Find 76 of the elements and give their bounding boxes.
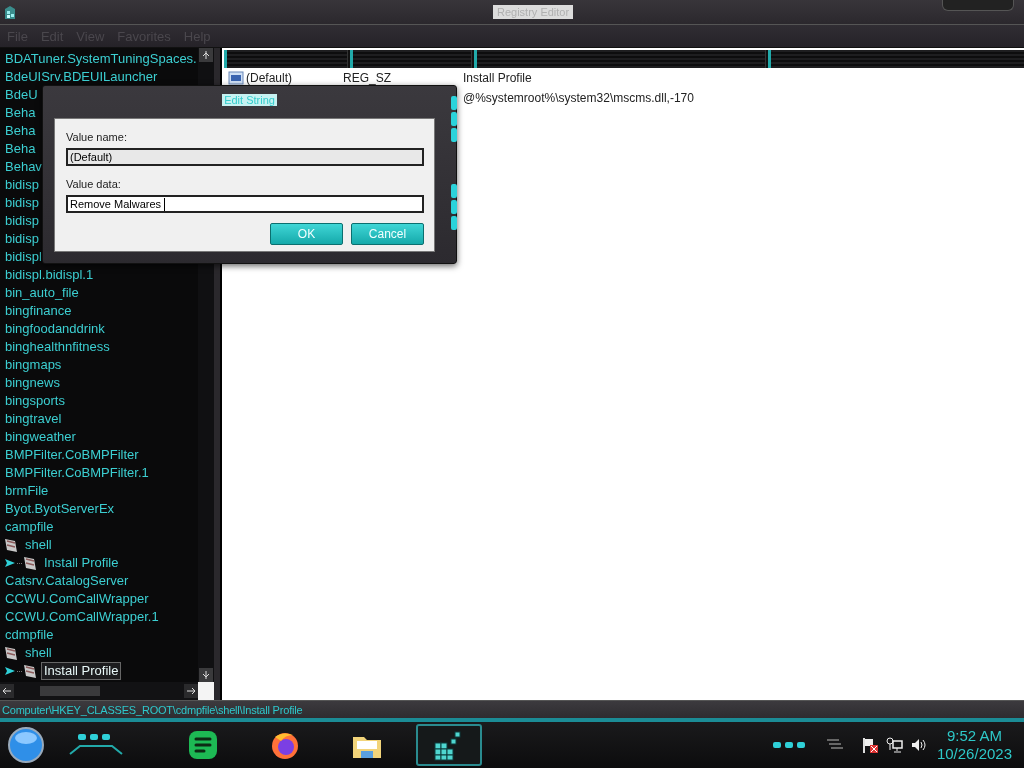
tree-item[interactable]: CCWU.ComCallWrapper — [2, 590, 152, 608]
input-field[interactable]: Remove Malwares — [66, 195, 424, 213]
tree-item[interactable]: Beha — [2, 122, 39, 140]
tree-item[interactable]: BDATuner.SystemTuningSpaces. — [2, 50, 198, 68]
status-path: Computer\HKEY_CLASSES_ROOT\cdmpfile\shell\Install Profile — [2, 703, 303, 716]
indicator-light — [451, 128, 457, 142]
clock-time: 9:52 AM — [946, 727, 1002, 745]
table-cell: Install Profile — [463, 71, 532, 85]
tree-item[interactable]: Byot.ByotServerEx — [2, 500, 118, 518]
scroll-up-icon[interactable] — [199, 48, 213, 62]
tree-item[interactable]: bingnews — [2, 374, 63, 392]
tree-item[interactable]: binghealthnfitness — [2, 338, 113, 356]
field-label: Value name: — [66, 130, 128, 145]
key-icon — [23, 555, 38, 571]
tree-item[interactable]: BMPFilter.CoBMPFilter.1 — [2, 464, 152, 482]
key-icon — [4, 645, 19, 661]
tree-item[interactable]: Catsrv.CatalogServer — [2, 572, 132, 590]
scroll-left-icon[interactable] — [0, 684, 14, 698]
tree-item[interactable]: bingfinance — [2, 302, 75, 320]
tree-item[interactable]: bidisp — [2, 176, 42, 194]
tree-item[interactable]: bingtravel — [2, 410, 65, 428]
tree-item[interactable]: Behav — [2, 158, 45, 176]
decorative-lights-icon — [772, 742, 805, 748]
tree-item[interactable]: Beha — [2, 104, 39, 122]
key-icon — [4, 537, 19, 553]
arrow-icon — [4, 665, 17, 677]
tree-item[interactable]: Install Profile — [41, 662, 122, 680]
tree-item[interactable]: shell — [22, 644, 55, 662]
tree-item[interactable]: BMPFilter.CoBMPFilter — [2, 446, 142, 464]
app-icon — [2, 3, 18, 21]
tree-item[interactable]: bidispl.bidispl.1 — [2, 266, 97, 284]
table-cell: @%systemroot%\system32\mscms.dll,-170 — [463, 91, 694, 105]
tree-item[interactable]: bidisp — [2, 212, 42, 230]
start-button[interactable] — [6, 725, 46, 765]
tree-item[interactable]: bidisp — [2, 194, 42, 212]
column-header[interactable] — [350, 50, 472, 68]
tree-item[interactable]: shell — [22, 536, 55, 554]
dialog-title: Edit String — [222, 94, 277, 106]
scroll-down-icon[interactable] — [199, 668, 213, 682]
table-cell: (Default) — [246, 71, 292, 85]
horizontal-scrollbar[interactable] — [0, 682, 198, 700]
tree-item[interactable]: CCWU.ComCallWrapper.1 — [2, 608, 162, 626]
network-icon[interactable] — [884, 736, 903, 754]
clock[interactable]: 9:52 AM 10/26/2023 — [936, 727, 1012, 763]
notes-app-icon — [187, 729, 219, 761]
scroll-right-icon[interactable] — [184, 684, 198, 698]
indicator-light — [451, 184, 457, 198]
tree-item[interactable]: BdeUISrv.BDEUILauncher — [2, 68, 161, 86]
table-cell: REG_SZ — [343, 71, 391, 85]
tree-item[interactable]: bidispl — [2, 248, 45, 266]
tree-item[interactable]: BdeU — [2, 86, 41, 104]
tree-item[interactable]: Install Profile — [41, 554, 122, 572]
indicator-light — [451, 216, 457, 230]
taskbar-button[interactable] — [416, 724, 482, 766]
tree-item[interactable]: bidisp — [2, 230, 42, 248]
tree-item[interactable]: bin_auto_file — [2, 284, 82, 302]
indicator-light — [451, 112, 457, 126]
arrow-icon — [4, 557, 17, 569]
tree-item[interactable]: bingsports — [2, 392, 68, 410]
tree-item[interactable]: bingmaps — [2, 356, 65, 374]
string-value-icon — [228, 71, 244, 85]
tree-item[interactable]: campfile — [2, 518, 57, 536]
key-icon — [23, 663, 38, 679]
scrollbar-corner — [198, 682, 214, 700]
tree-item[interactable]: brmFile — [2, 482, 52, 500]
clock-date: 10/26/2023 — [936, 745, 1012, 763]
field-label: Value data: — [66, 177, 122, 192]
scrollbar-thumb[interactable] — [40, 686, 100, 696]
indicator-light — [451, 96, 457, 110]
column-header[interactable] — [224, 50, 348, 68]
flag-icon[interactable] — [860, 736, 879, 754]
tree-item[interactable]: bingweather — [2, 428, 79, 446]
tree-item[interactable]: bingfoodanddrink — [2, 320, 108, 338]
tree-item[interactable]: Beha — [2, 140, 39, 158]
tree-item[interactable]: cdmpfile — [2, 626, 57, 644]
indicator-light — [451, 200, 457, 214]
